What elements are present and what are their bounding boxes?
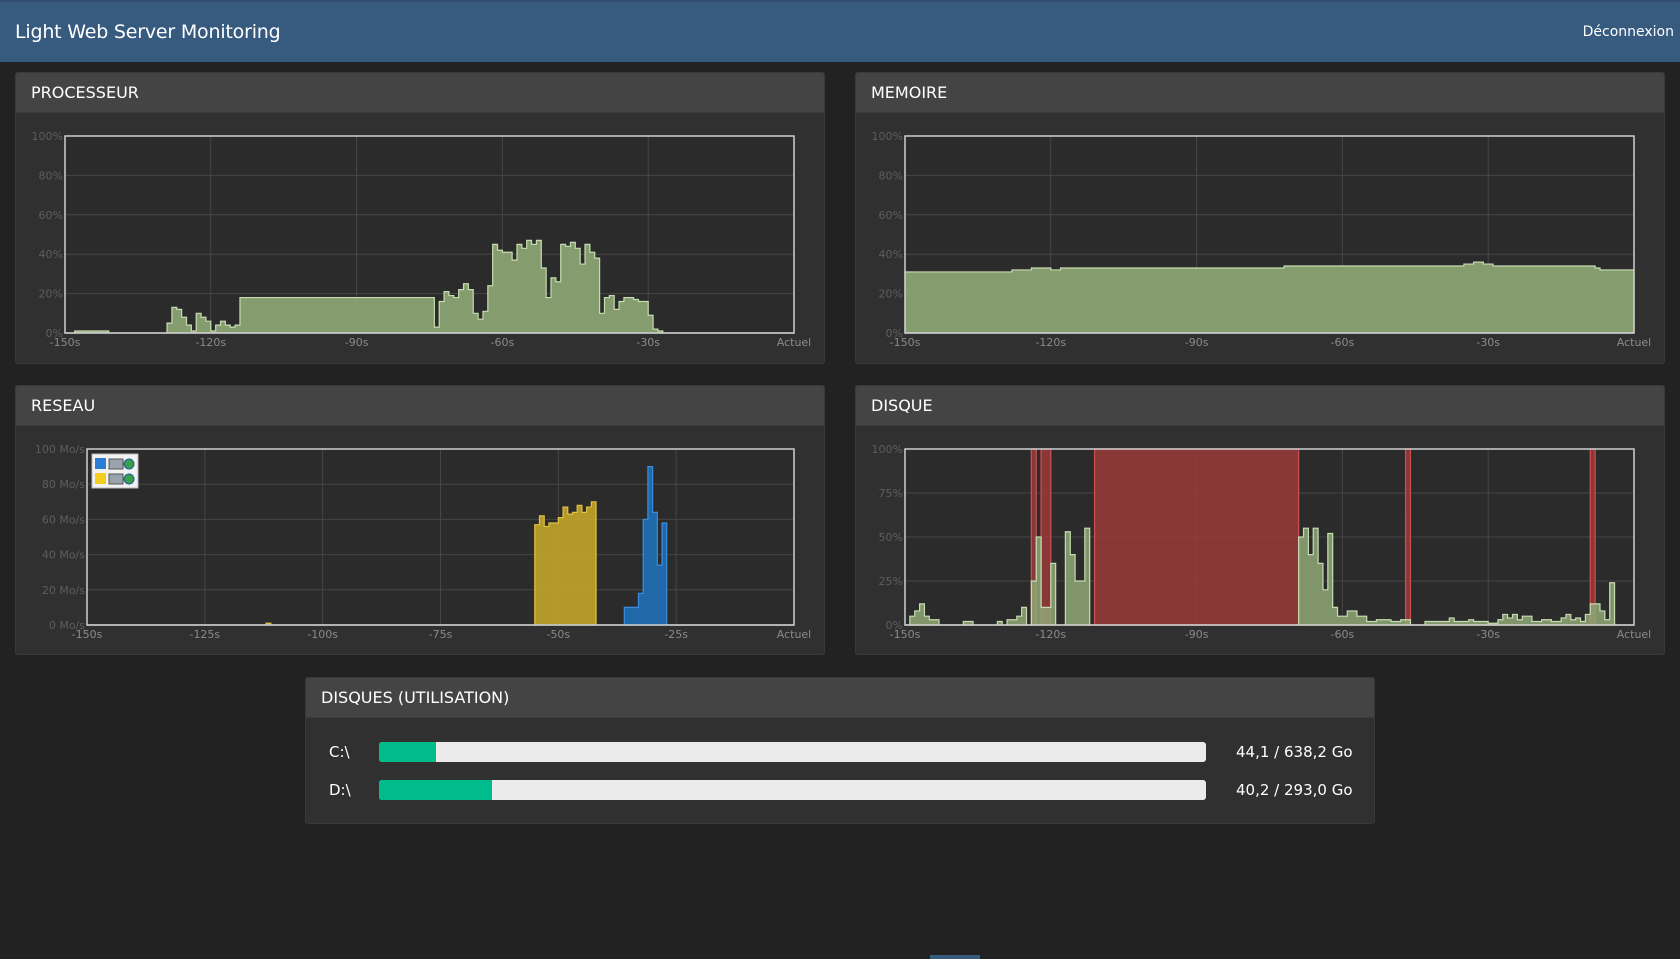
x-tick-label: -100s	[307, 628, 338, 641]
x-tick-label: -150s	[890, 336, 921, 349]
y-tick-label: 60%	[879, 209, 903, 222]
y-tick-label: 40 Mo/s	[42, 549, 85, 562]
disk-usage-panel-title: DISQUES (UTILISATION)	[306, 678, 1374, 718]
navbar: Light Web Server Monitoring Déconnexion	[0, 0, 1680, 62]
x-tick-label: -30s	[1476, 628, 1500, 641]
app-title[interactable]: Light Web Server Monitoring	[15, 21, 281, 43]
x-tick-label: Actuel	[1617, 628, 1652, 641]
drive-usage-value: 40,2 / 293,0 Go	[1236, 781, 1353, 799]
network-panel-title: RESEAU	[16, 386, 824, 426]
x-tick-label: Actuel	[1617, 336, 1652, 349]
x-tick-label: -90s	[1185, 628, 1209, 641]
disk-usage-row: C:\ 44,1 / 638,2 Go	[306, 741, 1374, 763]
y-tick-label: 100%	[872, 130, 903, 143]
cpu-chart: 0%20%40%60%80%100%-150s -120s -90s -60s -30s…	[32, 130, 812, 349]
network-receive-icon	[95, 458, 106, 469]
network-send-icon	[95, 473, 106, 484]
y-tick-label: 60 Mo/s	[42, 513, 85, 526]
y-tick-label: 100 Mo/s	[35, 443, 85, 456]
x-tick-label: -75s	[429, 628, 453, 641]
drive-label: D:\	[329, 781, 351, 799]
x-tick-label: -125s	[189, 628, 220, 641]
drive-usage-bar	[379, 780, 1206, 800]
cpu-panel-title: PROCESSEUR	[16, 73, 824, 113]
y-tick-label: 40%	[879, 248, 903, 261]
x-tick-label: Actuel	[777, 336, 812, 349]
x-tick-label: -60s	[1331, 336, 1355, 349]
y-tick-label: 100%	[32, 130, 63, 143]
drive-usage-fill	[379, 780, 493, 800]
x-tick-label: -30s	[1476, 336, 1500, 349]
x-tick-label: -25s	[664, 628, 688, 641]
x-tick-label: Actuel	[777, 628, 812, 641]
globe-icon	[123, 473, 135, 485]
y-tick-label: 80 Mo/s	[42, 478, 85, 491]
y-tick-label: 20%	[39, 288, 63, 301]
y-tick-label: 20%	[879, 288, 903, 301]
memory-panel-title: MEMOIRE	[856, 73, 1664, 113]
x-tick-label: -120s	[1035, 336, 1066, 349]
y-tick-label: 60%	[39, 209, 63, 222]
x-tick-label: -30s	[636, 336, 660, 349]
computer-icon	[108, 473, 124, 485]
network-chart: 0 Mo/s20 Mo/s40 Mo/s60 Mo/s80 Mo/s100 Mo…	[35, 443, 812, 641]
y-tick-label: 80%	[879, 169, 903, 182]
x-tick-label: -150s	[72, 628, 103, 641]
drive-usage-bar	[379, 742, 1206, 762]
network-panel: RESEAU 0 Mo/s 20 Mo/s 40 Mo/s 60 Mo/s 80 Mo/…	[15, 385, 825, 655]
y-tick-label: 25%	[879, 575, 903, 588]
drive-usage-value: 44,1 / 638,2 Go	[1236, 743, 1353, 761]
disk-panel-title: DISQUE	[856, 386, 1664, 426]
x-tick-label: -90s	[345, 336, 369, 349]
drive-label: C:\	[329, 743, 350, 761]
cpu-panel: PROCESSEUR 0% 20% 40% 60% 80% 100% -150s -120s -…	[15, 72, 825, 364]
x-tick-label: -90s	[1185, 336, 1209, 349]
x-tick-label: -60s	[1331, 628, 1355, 641]
disk-panel: DISQUE 0% 25% 50% 75% 100% -150s -120s -90s -60s…	[855, 385, 1665, 655]
disk-chart: 0%25%50%75%100%-150s -120s -90s -60s -30s Act…	[872, 443, 1652, 641]
x-tick-label: -120s	[195, 336, 226, 349]
y-tick-label: 40%	[39, 248, 63, 261]
footer-indicator	[930, 955, 980, 959]
x-tick-label: -120s	[1035, 628, 1066, 641]
y-tick-label: 80%	[39, 169, 63, 182]
y-tick-label: 50%	[879, 531, 903, 544]
x-tick-label: -150s	[50, 336, 81, 349]
disk-usage-row: D:\ 40,2 / 293,0 Go	[306, 779, 1374, 801]
y-tick-label: 75%	[879, 487, 903, 500]
memory-chart: 0%20%40%60%80%100%-150s -120s -90s -60s -30s…	[872, 130, 1652, 349]
memory-panel: MEMOIRE 0% 20% 40% 60% 80% 100% -150s -120s -90s…	[855, 72, 1665, 364]
computer-icon	[108, 458, 124, 470]
logout-link[interactable]: Déconnexion	[1583, 24, 1674, 40]
series-area-memory	[904, 261, 1635, 334]
y-tick-label: 20 Mo/s	[42, 584, 85, 597]
y-tick-label: 100%	[872, 443, 903, 456]
x-tick-label: -150s	[890, 628, 921, 641]
disk-usage-panel: DISQUES (UTILISATION) C:\ 44,1 / 638,2 G…	[305, 677, 1375, 824]
globe-icon	[123, 458, 135, 470]
x-tick-label: -60s	[491, 336, 515, 349]
drive-usage-fill	[379, 742, 437, 762]
network-legend	[91, 453, 139, 489]
x-tick-label: -50s	[546, 628, 570, 641]
